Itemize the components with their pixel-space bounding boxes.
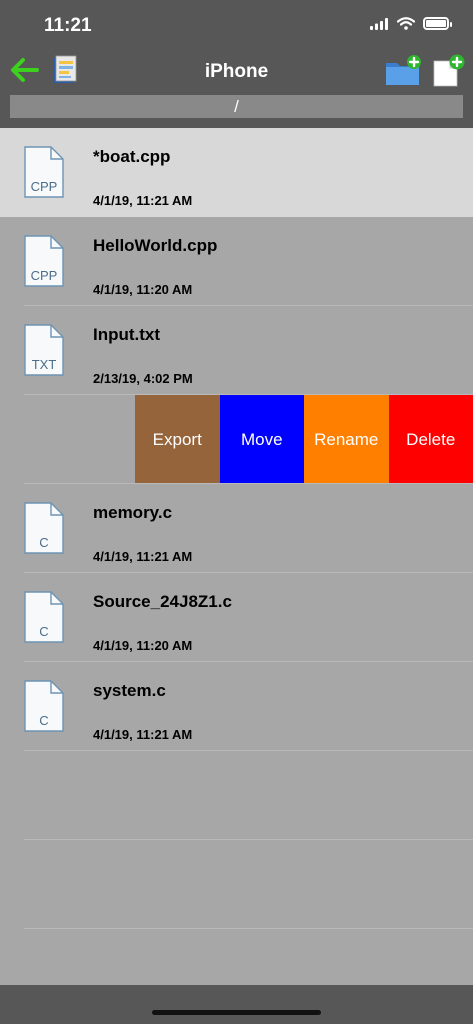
svg-text:C: C	[39, 624, 48, 639]
status-icons	[370, 17, 452, 30]
export-button[interactable]: Export	[135, 395, 220, 484]
file-name: HelloWorld.cpp	[93, 236, 218, 255]
rename-button[interactable]: Rename	[304, 395, 389, 484]
file-row-boat[interactable]: CPP *boat.cpp 4/1/19, 11:21 AM	[0, 128, 473, 217]
file-name: memory.c	[93, 503, 173, 522]
svg-text:CPP: CPP	[31, 179, 58, 194]
file-row-input[interactable]: TXT Input.txt 2/13/19, 4:02 PM	[0, 306, 473, 395]
file-row-helloworld[interactable]: CPP HelloWorld.cpp 4/1/19, 11:20 AM	[0, 217, 473, 306]
svg-text:C: C	[39, 535, 48, 550]
file-date: 4/1/19, 11:21 AM	[93, 193, 193, 208]
c-file-icon: C	[24, 591, 64, 643]
cpp-file-icon: CPP	[24, 146, 64, 198]
home-indicator[interactable]	[152, 1010, 321, 1015]
new-file-icon[interactable]	[432, 53, 466, 87]
swipe-actions-row: Export Move Rename Delete	[0, 395, 473, 484]
file-date: 4/1/19, 11:20 AM	[93, 282, 193, 297]
empty-row	[0, 840, 473, 929]
file-name: *boat.cpp	[93, 147, 171, 166]
swipe-actions: Export Move Rename Delete	[135, 395, 473, 484]
svg-text:C: C	[39, 713, 48, 728]
row-divider	[24, 928, 473, 929]
status-time: 11:21	[44, 15, 92, 36]
file-row-memory[interactable]: C memory.c 4/1/19, 11:21 AM	[0, 484, 473, 573]
status-bar: 11:21	[0, 0, 473, 50]
empty-row	[0, 751, 473, 840]
txt-file-icon: TXT	[24, 324, 64, 376]
c-file-icon: C	[24, 680, 64, 732]
file-row-source[interactable]: C Source_24J8Z1.c 4/1/19, 11:20 AM	[0, 573, 473, 662]
file-date: 2/13/19, 4:02 PM	[93, 371, 193, 386]
file-date: 4/1/19, 11:21 AM	[93, 727, 193, 742]
file-list: CPP *boat.cpp 4/1/19, 11:21 AM CPP Hello…	[0, 128, 473, 929]
file-name: Source_24J8Z1.c	[93, 592, 232, 611]
signal-icon	[370, 17, 388, 30]
file-date: 4/1/19, 11:20 AM	[93, 638, 193, 653]
wifi-icon	[397, 17, 415, 30]
svg-text:TXT: TXT	[32, 357, 57, 372]
delete-button[interactable]: Delete	[388, 395, 473, 484]
battery-icon	[423, 17, 452, 30]
cpp-file-icon: CPP	[24, 235, 64, 287]
svg-text:CPP: CPP	[31, 268, 58, 283]
new-folder-icon[interactable]	[385, 54, 423, 86]
c-file-icon: C	[24, 502, 64, 554]
file-row-system[interactable]: C system.c 4/1/19, 11:21 AM	[0, 662, 473, 751]
bottom-bar	[0, 985, 473, 1024]
file-name: system.c	[93, 681, 166, 700]
navigation-bar: iPhone /	[0, 50, 473, 128]
path-bar[interactable]: /	[10, 95, 463, 118]
move-button[interactable]: Move	[219, 395, 304, 484]
file-date: 4/1/19, 11:21 AM	[93, 549, 193, 564]
file-name: Input.txt	[93, 325, 161, 344]
